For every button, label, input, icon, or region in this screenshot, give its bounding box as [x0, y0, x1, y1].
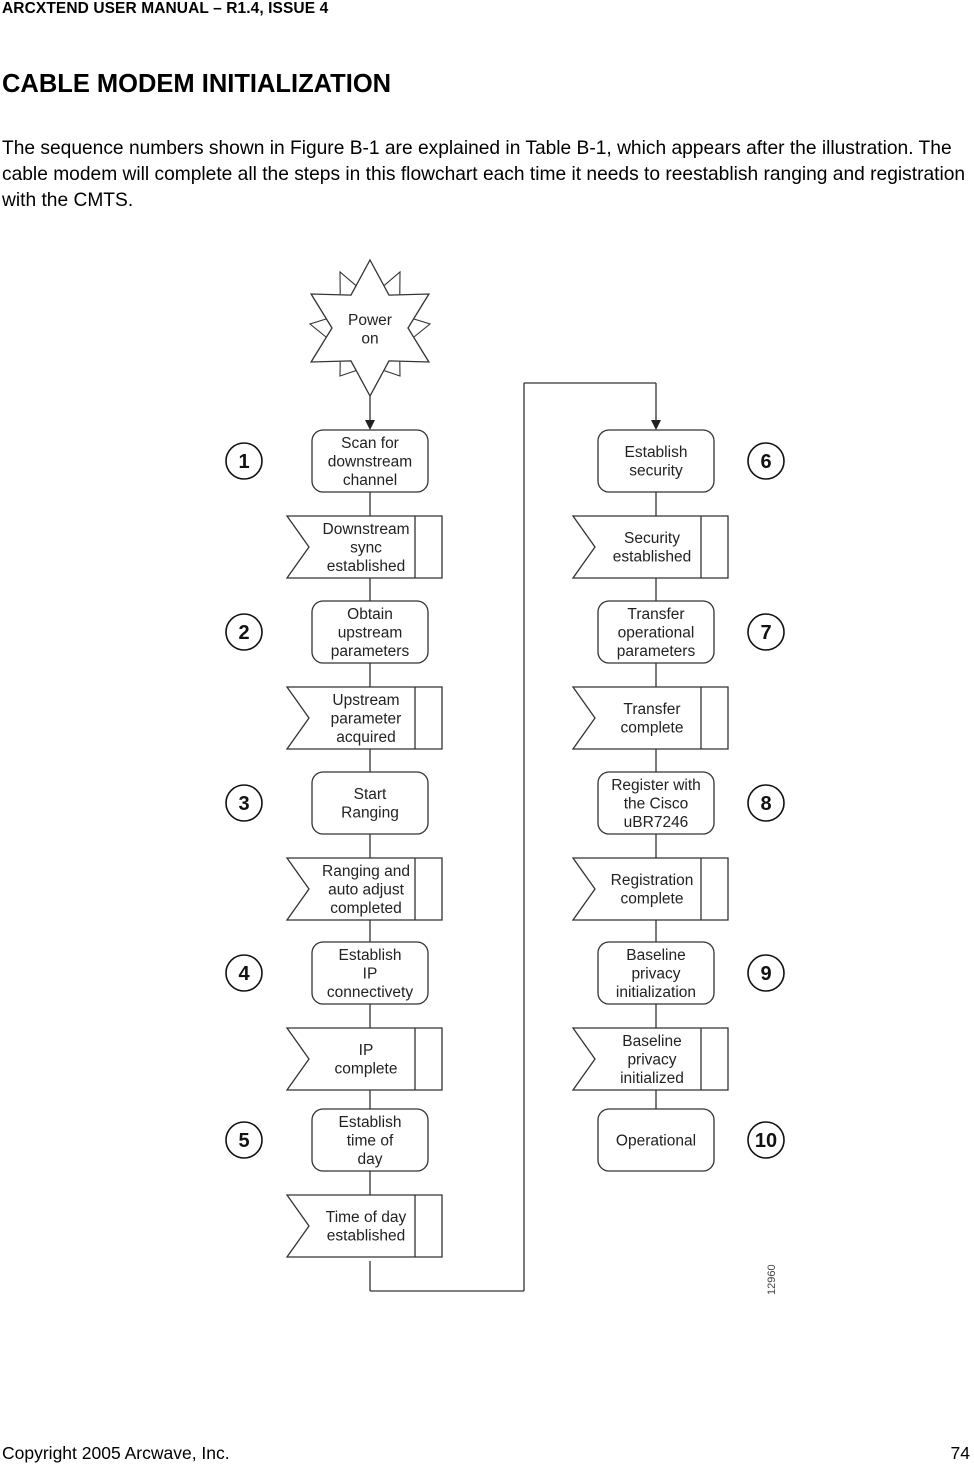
process-step-8-label: Register with the Cisco uBR7246 — [611, 777, 701, 831]
page-title: CABLE MODEM INITIALIZATION — [2, 70, 392, 98]
starburst-flare — [413, 318, 432, 338]
event-step-5-label: Time of day established — [326, 1209, 407, 1245]
process-step-10-label: Operational — [616, 1132, 696, 1149]
step-badge-2-label: 2 — [238, 622, 249, 644]
step-badge-9-label: 9 — [760, 963, 771, 985]
figure-id: 12960 — [766, 1264, 778, 1295]
page-number: 74 — [950, 1443, 970, 1463]
event-step-6-label: Security established — [613, 530, 691, 566]
arrow-start — [365, 420, 375, 430]
process-step-6-label: Establish security — [625, 444, 688, 480]
arrow-loop — [651, 420, 661, 430]
footer-copyright: Copyright 2005 Arcwave, Inc. — [2, 1443, 230, 1463]
step-badge-5-label: 5 — [238, 1130, 249, 1152]
event-step-3-label: Ranging and auto adjust completed — [322, 863, 410, 917]
event-step-7-label: Transfer complete — [621, 701, 684, 737]
intro-paragraph: The sequence numbers shown in Figure B-1… — [2, 138, 966, 211]
running-header: ARCXTEND USER MANUAL – R1.4, ISSUE 4 — [2, 0, 329, 17]
event-step-9-label: Baseline privacy initialized — [620, 1033, 684, 1087]
event-step-2-label: Upstream parameter acquired — [331, 692, 402, 746]
process-step-7-label: Transfer operational parameters — [617, 606, 696, 660]
step-badge-1-label: 1 — [238, 451, 249, 473]
step-badge-4-label: 4 — [238, 963, 250, 985]
step-badge-8-label: 8 — [760, 793, 771, 815]
step-badge-10-label: 10 — [755, 1130, 777, 1152]
event-step-8-label: Registration complete — [611, 872, 694, 908]
step-badge-7-label: 7 — [760, 622, 771, 644]
cable-modem-init-flowchart: Power on Scan for downstream channel 1 Downstr… — [0, 240, 974, 1325]
starburst-flare — [308, 318, 327, 338]
step-badge-3-label: 3 — [238, 793, 249, 815]
step-badge-6-label: 6 — [760, 451, 771, 473]
